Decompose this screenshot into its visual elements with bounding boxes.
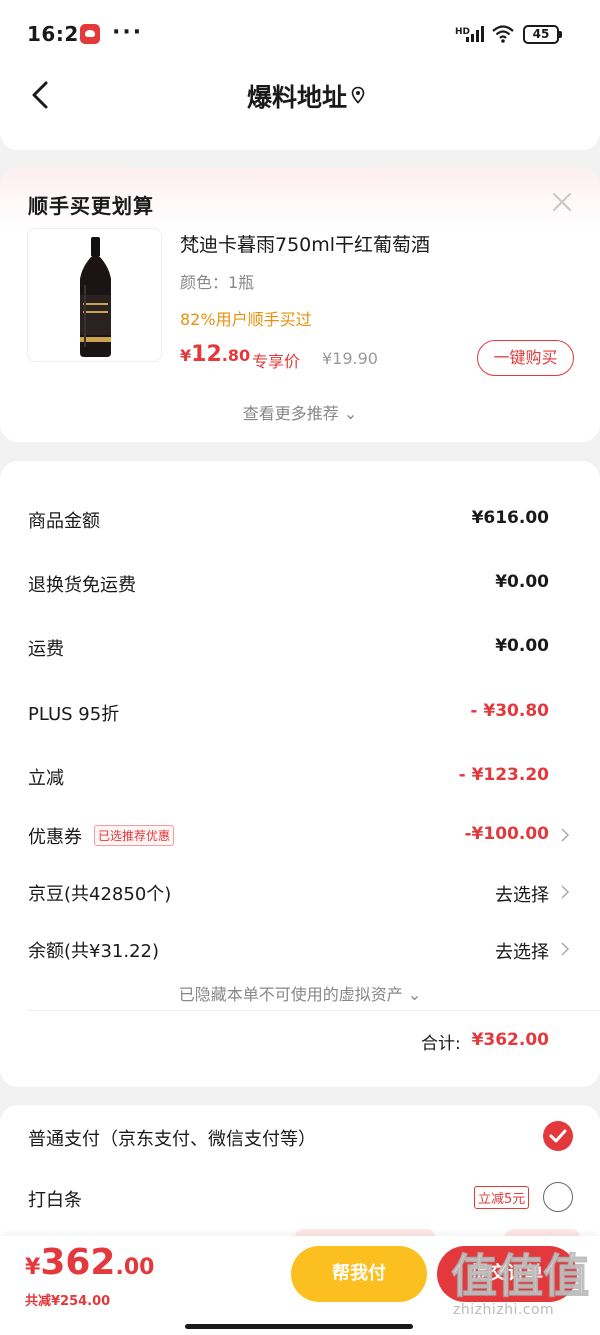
payment-radio-baitiao[interactable]	[543, 1182, 573, 1212]
signal-icon	[466, 26, 486, 42]
row-value: 去选择	[495, 885, 549, 906]
watermark-logo-text: 值值值	[451, 1249, 589, 1300]
row-value: - ¥30.80	[470, 701, 549, 721]
chevron-right-icon	[561, 942, 570, 956]
price-decimal: .80	[221, 346, 251, 365]
row-value: ¥0.00	[495, 636, 549, 656]
summary-row-return-shipping: 退换货免运费 ¥0.00	[0, 563, 600, 603]
price-symbol: ¥	[25, 1255, 41, 1280]
wifi-icon	[492, 25, 514, 43]
row-label: 立减	[28, 768, 64, 789]
battery-icon: 45	[523, 25, 562, 44]
order-summary-card: 商品金额 ¥616.00 退换货免运费 ¥0.00 运费 ¥0.00 PLUS …	[0, 461, 600, 1087]
product-image[interactable]	[27, 228, 162, 362]
payment-option-baitiao[interactable]: 打白条	[28, 1186, 82, 1212]
row-value: 去选择	[495, 942, 549, 963]
coupon-recommended-badge: 已选推荐优惠	[94, 825, 175, 846]
wine-bottle-icon	[80, 237, 111, 357]
recommendation-title: 顺手买更划算	[28, 194, 154, 218]
recommendation-card: 顺手买更划算 梵迪卡暮雨750ml干红葡萄酒 颜色：1瓶 82%用户顺手买过 ¥…	[0, 168, 600, 442]
row-label: 优惠券	[28, 827, 82, 848]
row-label: 运费	[28, 639, 64, 660]
row-label: 退换货免运费	[28, 575, 136, 596]
watermark-url: zhizhizhi.com	[453, 1302, 555, 1318]
top-header: 16:21 ··· HD 45 爆料地址	[0, 0, 600, 150]
chevron-right-icon	[561, 885, 570, 899]
help-me-pay-button[interactable]: 帮我付	[291, 1246, 427, 1302]
row-value: ¥0.00	[495, 572, 549, 592]
watermark-logo: 值值值	[450, 1248, 589, 1300]
divider	[28, 1010, 600, 1011]
summary-row-plus-discount: PLUS 95折 - ¥30.80	[0, 692, 600, 732]
row-label: 余额(共¥31.22)	[28, 941, 160, 962]
exclusive-price-label: 专享价	[252, 352, 301, 371]
summary-row-instant-discount: 立减 - ¥123.20	[0, 756, 600, 796]
page-title: 爆料地址	[246, 83, 347, 112]
more-notifications-icon: ···	[112, 20, 144, 45]
row-value: - ¥123.20	[458, 765, 549, 785]
original-price: ¥19.90	[322, 349, 378, 368]
product-buyers-note: 82%用户顺手买过	[180, 310, 312, 329]
app-notification-icon	[80, 24, 100, 44]
payment-option-normal[interactable]: 普通支付（京东支付、微信支付等）	[28, 1125, 316, 1151]
hidden-assets-note[interactable]: 已隐藏本单不可使用的虚拟资产 ⌄	[0, 981, 600, 1005]
price-symbol: ¥	[180, 346, 192, 365]
row-value: ¥616.00	[471, 508, 549, 528]
product-name[interactable]: 梵迪卡暮雨750ml干红葡萄酒	[180, 230, 430, 257]
close-icon[interactable]	[550, 190, 574, 214]
summary-row-goods-amount: 商品金额 ¥616.00	[0, 499, 600, 539]
total-value: ¥362.00	[471, 1030, 549, 1050]
row-label: 京豆(共42850个)	[28, 884, 172, 905]
total-label: 合计:	[421, 1034, 461, 1054]
summary-row-balance[interactable]: 余额(共¥31.22) 去选择	[0, 929, 600, 969]
price-integer: 362	[40, 1242, 116, 1283]
summary-row-coupon[interactable]: 优惠券 已选推荐优惠 -¥100.00	[0, 815, 600, 855]
summary-row-shipping: 运费 ¥0.00	[0, 627, 600, 667]
home-indicator[interactable]	[185, 1324, 413, 1329]
status-bar: 16:21 ··· HD 45	[0, 0, 600, 70]
product-spec: 颜色：1瓶	[180, 273, 255, 292]
row-value: -¥100.00	[464, 824, 550, 844]
summary-row-jingdou[interactable]: 京豆(共42850个) 去选择	[0, 872, 600, 912]
row-label: PLUS 95折	[28, 704, 120, 725]
more-recommendations-link[interactable]: 查看更多推荐 ⌄	[0, 400, 600, 424]
product-price: ¥12.80	[180, 342, 250, 367]
location-pin-icon[interactable]	[349, 86, 367, 104]
baitiao-discount-badge: 立减5元	[474, 1186, 530, 1209]
price-decimal: .00	[115, 1255, 155, 1280]
one-click-buy-button[interactable]: 一键购买	[477, 340, 574, 376]
price-integer: 12	[191, 342, 222, 367]
chevron-right-icon	[561, 828, 570, 842]
payable-amount: ¥362.00	[25, 1242, 154, 1283]
row-label: 商品金额	[28, 511, 100, 532]
payment-selected-check-icon[interactable]	[543, 1121, 573, 1151]
total-saved: 共减¥254.00	[25, 1294, 111, 1309]
